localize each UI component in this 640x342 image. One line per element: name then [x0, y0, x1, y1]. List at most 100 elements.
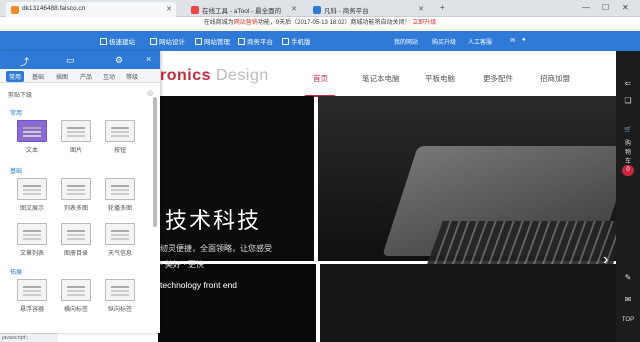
section-common: 常用	[10, 111, 23, 117]
module-horizontal-tabs[interactable]: 横向标签	[58, 279, 94, 313]
nav-label: 极速建站	[109, 39, 135, 46]
site-design-button[interactable]: 网站设计	[150, 36, 185, 46]
hero-bottom-left	[158, 264, 316, 342]
module-float-container[interactable]: 悬浮容器	[14, 279, 50, 313]
nav-label: 网站管理	[204, 39, 230, 46]
module-image-text[interactable]: 图文展示	[14, 178, 50, 212]
module-panel: ⤴ ▭ ⚙ × 常用 基础 插图 产品 互动 等级 剪贴下级 ◎ 常用 文本 图…	[0, 51, 160, 333]
section-expand: 拓展	[10, 270, 23, 276]
hero-banner-left	[158, 96, 314, 261]
layout-icon[interactable]: ▭	[66, 55, 75, 66]
new-tab-button[interactable]: +	[440, 3, 445, 12]
cart-count-badge: 0	[622, 165, 634, 176]
site-menu-accessories[interactable]: 更多配件	[483, 73, 513, 84]
upgrade-now-link[interactable]: 立即升级	[412, 20, 436, 26]
tab-title: dk13146488.faisco.cn	[22, 5, 86, 12]
minimize-button[interactable]: —	[582, 3, 590, 12]
notice-link[interactable]: 网站营销	[234, 20, 258, 26]
notice-text: 在线商城为	[203, 20, 234, 26]
image-module-icon	[61, 120, 91, 142]
mail-icon[interactable]: ✉	[510, 37, 515, 44]
cart-label-3: 车	[624, 159, 631, 165]
button-module-icon	[105, 120, 135, 142]
site-menu-laptops[interactable]: 笔记本电脑	[362, 73, 400, 84]
module-list-images[interactable]: 列表多图	[58, 178, 94, 212]
category-tabs: 常用 基础 插图 产品 互动 等级	[0, 69, 160, 83]
site-logo[interactable]: ronics Design	[160, 67, 269, 85]
module-label: 列表多图	[63, 206, 88, 212]
mobile-version-button[interactable]: 手机版	[282, 36, 311, 46]
back-to-top[interactable]: TOP	[616, 317, 640, 323]
module-weather[interactable]: 天气信息	[102, 223, 138, 257]
module-vertical-tabs[interactable]: 纵向标签	[102, 279, 138, 313]
close-tab-icon[interactable]: ✕	[291, 5, 297, 13]
module-article-list[interactable]: 文章列表	[14, 223, 50, 257]
cart-label-2: 物	[624, 150, 631, 156]
hero-subtitle: 纫灵便捷，全面领略，让您感受	[160, 244, 272, 253]
site-menu-tablets[interactable]: 平板电脑	[425, 73, 455, 84]
tab-illustration[interactable]: 插图	[56, 72, 68, 81]
module-label: 纵向标签	[107, 307, 132, 313]
site-favicon-icon	[11, 6, 19, 14]
quick-build-button[interactable]: 极速建站	[100, 36, 135, 46]
tab-level[interactable]: 等级	[126, 72, 138, 81]
image-text-icon	[17, 178, 47, 200]
tab-title: 在线工具 - aTool - 最全面的	[202, 8, 282, 15]
tab-basic[interactable]: 基础	[32, 72, 44, 81]
module-label: 天气信息	[107, 251, 132, 257]
module-album[interactable]: 图册目录	[58, 223, 94, 257]
settings-gear-icon[interactable]: ⚙	[115, 55, 123, 66]
site-manage-button[interactable]: 网站管理	[195, 36, 230, 46]
faisco-favicon-icon	[313, 6, 321, 14]
close-tab-icon[interactable]: ✕	[418, 5, 424, 13]
logo-text-grey: Design	[215, 67, 269, 84]
module-label: 按钮	[113, 148, 126, 154]
float-container-icon	[17, 279, 47, 301]
share-icon[interactable]: ⤴	[20, 55, 29, 68]
sub-filter-label[interactable]: 剪贴下级	[8, 90, 32, 99]
maximize-button[interactable]: ☐	[602, 3, 609, 12]
buy-upgrade-link[interactable]: 购买升级	[432, 37, 456, 46]
module-text[interactable]: 文本	[14, 120, 50, 154]
edit-icon[interactable]: ✎	[616, 273, 640, 282]
panel-close-button[interactable]: ×	[146, 54, 151, 64]
close-tab-icon[interactable]: ✕	[166, 5, 172, 13]
browser-tab[interactable]: 凡科 - 商务平台 ✕	[308, 2, 428, 17]
module-label: 图文展示	[19, 206, 44, 212]
slide-next-arrow[interactable]: ›	[603, 251, 608, 269]
customer-service-link[interactable]: 人工客服	[468, 37, 492, 46]
chat-icon[interactable]: ✉	[616, 295, 640, 304]
hero-english-text: technology front end	[160, 280, 238, 290]
close-window-button[interactable]: ✕	[622, 3, 629, 12]
module-label: 轮播多图	[107, 206, 132, 212]
my-site-menu[interactable]: 我的网站	[394, 37, 418, 46]
back-arrow-icon[interactable]: ⇐	[616, 79, 640, 88]
panel-scrollbar[interactable]	[153, 97, 157, 227]
logo-text-red: ronics	[160, 67, 212, 84]
hero-bottom-right	[320, 264, 616, 342]
business-platform-button[interactable]: 商务平台	[238, 36, 273, 46]
atool-favicon-icon	[191, 6, 199, 14]
module-carousel[interactable]: 轮播多图	[102, 178, 138, 212]
rocket-icon	[100, 38, 107, 45]
cart-icon[interactable]: 🛒	[616, 126, 640, 133]
browser-tab[interactable]: 在线工具 - aTool - 最全面的 ✕	[186, 2, 301, 17]
module-image[interactable]: 图片	[58, 120, 94, 154]
pin-icon[interactable]: ◎	[147, 89, 153, 97]
right-rail: ⇐ ❏ 🛒 购 物 车 0 ✎ ✉ TOP	[616, 51, 640, 342]
browser-tab-active[interactable]: dk13146488.faisco.cn ✕	[6, 2, 176, 17]
tab-interaction[interactable]: 互动	[103, 72, 115, 81]
module-button[interactable]: 按钮	[102, 120, 138, 154]
album-icon	[61, 223, 91, 245]
site-menu-franchise[interactable]: 招商加盟	[540, 73, 570, 84]
grid-icon	[238, 38, 245, 45]
tab-common[interactable]: 常用	[6, 71, 25, 82]
nav-label: 网站设计	[159, 39, 185, 46]
bookmark-icon[interactable]: ❏	[616, 96, 640, 105]
site-menu-home[interactable]: 首页	[313, 73, 328, 84]
vertical-tabs-icon	[105, 279, 135, 301]
section-basic: 基础	[10, 169, 23, 175]
tab-product[interactable]: 产品	[80, 72, 92, 81]
nav-label: 商务平台	[247, 39, 273, 46]
user-avatar-icon[interactable]: ●	[522, 37, 526, 43]
